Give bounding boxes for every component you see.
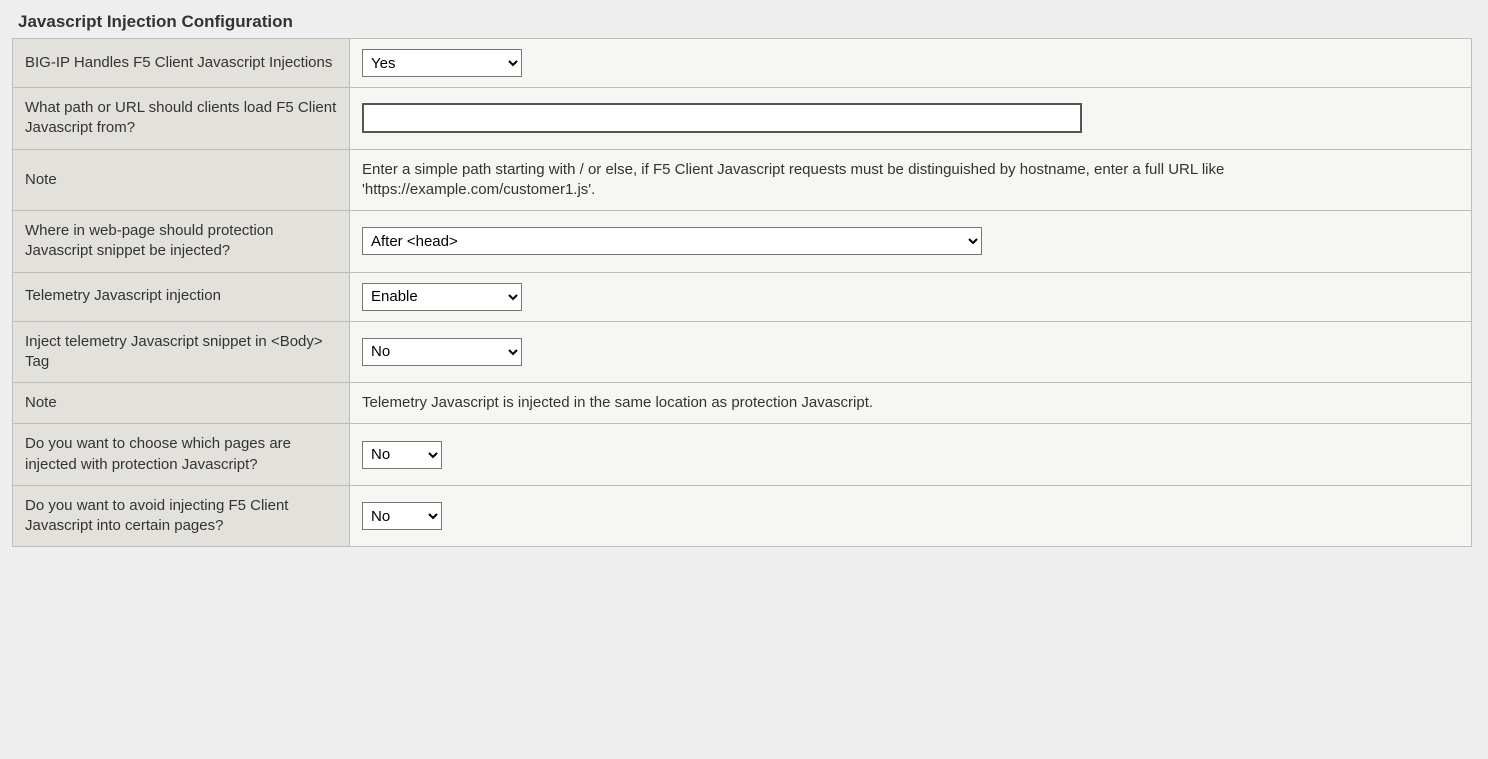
value-cell: After <head> <box>350 211 1472 273</box>
value-cell <box>350 88 1472 150</box>
select-bigip-handles[interactable]: Yes <box>362 49 522 77</box>
select-telemetry-body[interactable]: No <box>362 338 522 366</box>
value-cell: Yes <box>350 39 1472 88</box>
note-text-path: Enter a simple path starting with / or e… <box>350 149 1472 211</box>
select-inject-location[interactable]: After <head> <box>362 227 982 255</box>
label-avoid-pages: Do you want to avoid injecting F5 Client… <box>13 485 350 547</box>
section-title: Javascript Injection Configuration <box>18 12 1476 32</box>
config-table: BIG-IP Handles F5 Client Javascript Inje… <box>12 38 1472 547</box>
value-cell: No <box>350 321 1472 383</box>
select-avoid-pages[interactable]: No <box>362 502 442 530</box>
row-inject-location: Where in web-page should protection Java… <box>13 211 1472 273</box>
row-telemetry-body: Inject telemetry Javascript snippet in <… <box>13 321 1472 383</box>
row-telemetry-injection: Telemetry Javascript injection Enable <box>13 272 1472 321</box>
row-note-telemetry: Note Telemetry Javascript is injected in… <box>13 383 1472 424</box>
label-choose-pages: Do you want to choose which pages are in… <box>13 424 350 486</box>
row-js-path: What path or URL should clients load F5 … <box>13 88 1472 150</box>
label-bigip-handles: BIG-IP Handles F5 Client Javascript Inje… <box>13 39 350 88</box>
note-text-telemetry: Telemetry Javascript is injected in the … <box>350 383 1472 424</box>
label-telemetry-injection: Telemetry Javascript injection <box>13 272 350 321</box>
label-note: Note <box>13 149 350 211</box>
label-telemetry-body: Inject telemetry Javascript snippet in <… <box>13 321 350 383</box>
label-note: Note <box>13 383 350 424</box>
value-cell: Enable <box>350 272 1472 321</box>
label-inject-location: Where in web-page should protection Java… <box>13 211 350 273</box>
row-avoid-pages: Do you want to avoid injecting F5 Client… <box>13 485 1472 547</box>
value-cell: No <box>350 424 1472 486</box>
select-telemetry-injection[interactable]: Enable <box>362 283 522 311</box>
row-note-path: Note Enter a simple path starting with /… <box>13 149 1472 211</box>
row-bigip-handles: BIG-IP Handles F5 Client Javascript Inje… <box>13 39 1472 88</box>
select-choose-pages[interactable]: No <box>362 441 442 469</box>
value-cell: No <box>350 485 1472 547</box>
row-choose-pages: Do you want to choose which pages are in… <box>13 424 1472 486</box>
label-js-path: What path or URL should clients load F5 … <box>13 88 350 150</box>
input-js-path[interactable] <box>362 103 1082 133</box>
